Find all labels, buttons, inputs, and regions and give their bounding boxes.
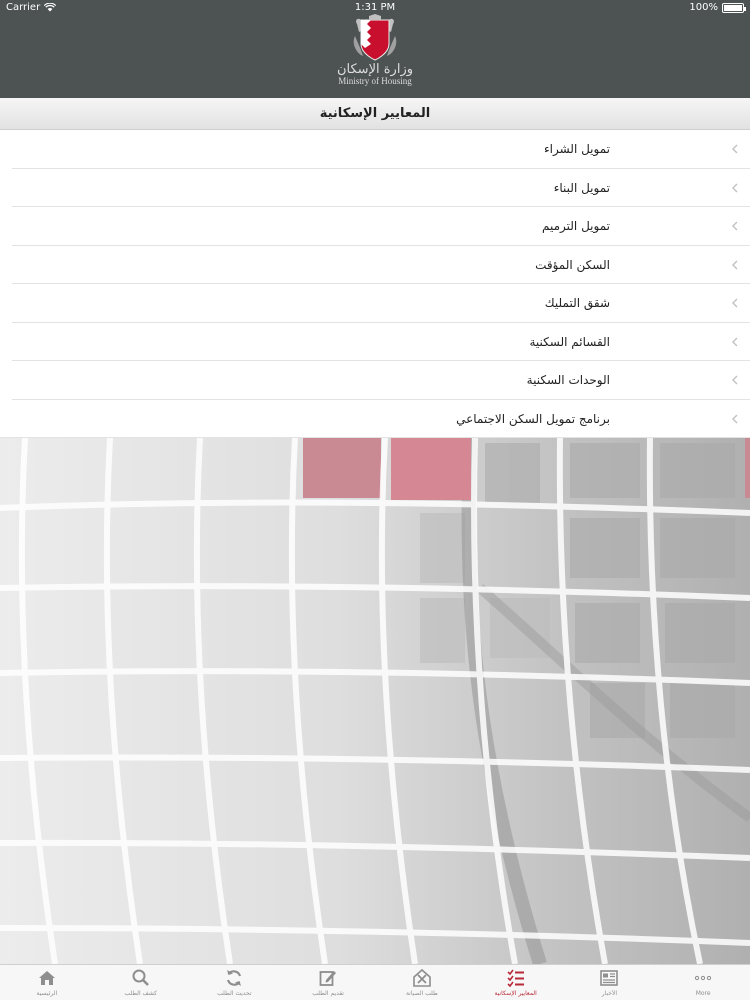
tab-update-application[interactable]: تحديث الطلب [188, 965, 282, 1000]
ministry-logo: وزارة الإسكان Ministry of Housing [330, 14, 420, 98]
criteria-list: تمويل الشراء تمويل البناء تمويل الترميم … [0, 130, 750, 438]
list-item-social-housing-program[interactable]: برنامج تمويل السكن الاجتماعي [0, 400, 750, 439]
tab-label: الأخبار [601, 990, 618, 997]
edit-icon [319, 971, 337, 986]
tab-label: تحديث الطلب [217, 990, 252, 997]
tab-label: المعايير الإسكانية [494, 990, 537, 997]
list-item-label: السكن المؤقت [535, 257, 610, 272]
tab-more[interactable]: More [656, 965, 750, 1000]
tab-maintenance-request[interactable]: طلب الصيانة [375, 965, 469, 1000]
chevron-left-icon [731, 144, 738, 154]
logo-english-text: Ministry of Housing [338, 76, 412, 86]
chevron-left-icon [731, 221, 738, 231]
chevron-left-icon [731, 182, 738, 193]
list-item-label: تمويل الشراء [543, 142, 610, 156]
chevron-left-icon [731, 336, 738, 347]
list-item-temporary-housing[interactable]: السكن المؤقت [0, 246, 750, 285]
chevron-left-icon [731, 259, 738, 270]
tab-news[interactable]: الأخبار [563, 965, 657, 1000]
list-item-housing-plots[interactable]: القسائم السكنية [0, 323, 750, 362]
chevron-left-icon [731, 375, 738, 385]
page-title: المعايير الإسكانية [0, 98, 750, 130]
aerial-map-background [0, 438, 750, 964]
tab-label: More [695, 990, 711, 997]
tab-submit-application[interactable]: تقديم الطلب [281, 965, 375, 1000]
more-icon [695, 975, 712, 981]
search-icon [132, 969, 149, 986]
tab-housing-criteria[interactable]: المعايير الإسكانية [469, 965, 563, 1000]
battery-icon [722, 2, 746, 13]
list-item-renovation-financing[interactable]: تمويل الترميم [0, 207, 750, 246]
list-item-label: شقق التمليك [544, 296, 610, 310]
list-item-label: برنامج تمويل السكن الاجتماعي [456, 411, 610, 426]
chevron-left-icon [731, 298, 738, 308]
aerial-map-image [0, 438, 750, 964]
bahrain-crest-icon [353, 14, 397, 61]
list-item-label: تمويل البناء [553, 180, 610, 195]
logo-arabic-text: وزارة الإسكان [337, 62, 413, 77]
list-item-purchase-financing[interactable]: تمويل الشراء [0, 130, 750, 169]
list-item-label: القسائم السكنية [529, 334, 610, 349]
list-item-label: تمويل الترميم [542, 219, 610, 233]
tab-home[interactable]: الرئيسية [0, 965, 94, 1000]
maintenance-icon [413, 968, 431, 987]
battery-indicator: 100% [689, 2, 746, 13]
tab-check-application[interactable]: كشف الطلب [94, 965, 188, 1000]
news-icon [600, 970, 619, 986]
tab-label: الرئيسية [36, 990, 58, 997]
list-item-construction-financing[interactable]: تمويل البناء [0, 169, 750, 208]
tab-label: طلب الصيانة [405, 990, 438, 997]
home-icon [38, 971, 55, 985]
list-item-housing-units[interactable]: الوحدات السكنية [0, 361, 750, 400]
tab-label: تقديم الطلب [312, 990, 344, 997]
app-header: Carrier 1:31 PM 100% وزارة الإسكان Minis… [0, 0, 750, 98]
clock: 1:31 PM [354, 2, 396, 13]
tab-label: كشف الطلب [124, 990, 157, 997]
list-item-ownership-apartments[interactable]: شقق التمليك [0, 284, 750, 323]
battery-label: 100% [689, 2, 718, 13]
chevron-left-icon [731, 413, 738, 424]
list-icon [507, 969, 524, 988]
refresh-icon [227, 970, 242, 986]
list-item-label: الوحدات السكنية [526, 373, 610, 387]
tab-bar: الرئيسية كشف الطلب تحديث الطلب تقديم الط… [0, 964, 750, 1000]
